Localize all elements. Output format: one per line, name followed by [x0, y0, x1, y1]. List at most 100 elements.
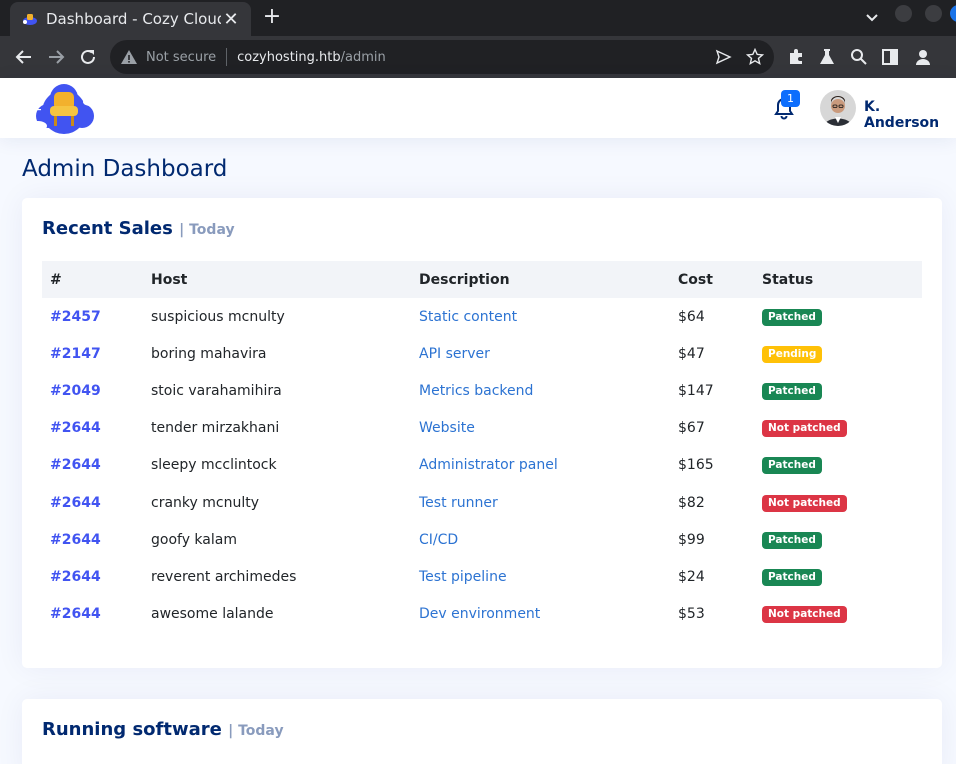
user-name[interactable]: K. Anderson — [864, 99, 956, 131]
cozy-cloud-logo[interactable] — [28, 80, 100, 136]
row-id-cell: #2049 — [42, 372, 143, 409]
recent-sales-title-text: Recent Sales — [42, 218, 173, 239]
profile-icon[interactable] — [913, 47, 933, 67]
send-icon[interactable] — [714, 48, 732, 66]
status-badge: Patched — [762, 457, 822, 475]
recent-sales-period: | Today — [179, 222, 235, 238]
url-path: /admin — [340, 49, 386, 65]
address-bar[interactable]: Not secure cozyhosting.htb/admin — [110, 40, 774, 74]
column-header-id: # — [50, 271, 62, 288]
row-host: awesome lalande — [151, 606, 274, 623]
row-description-link[interactable]: CI/CD — [419, 532, 458, 548]
status-badge: Patched — [762, 531, 822, 549]
row-id-link[interactable]: #2457 — [50, 309, 101, 325]
row-description-link[interactable]: Dev environment — [419, 606, 540, 622]
chevron-down-icon[interactable] — [862, 8, 882, 28]
forward-button[interactable] — [44, 45, 68, 69]
browser-tab-strip: Dashboard - Cozy Cloud ✕ + — [0, 0, 956, 36]
new-tab-button[interactable]: + — [260, 6, 284, 30]
table-row: #2644 goofy kalam CI/CD $99 Patched — [42, 521, 922, 558]
row-id-cell: #2644 — [42, 447, 143, 484]
row-description-link[interactable]: Test runner — [419, 495, 498, 511]
table-row: #2457 suspicious mcnulty Static content $64… — [42, 298, 922, 335]
url-host: cozyhosting.htb — [237, 49, 341, 65]
window-maximize-button[interactable] — [925, 5, 942, 22]
reload-button[interactable] — [76, 45, 100, 69]
row-id-cell: #2644 — [42, 558, 143, 595]
row-id-cell: #2147 — [42, 335, 143, 372]
status-badge: Patched — [762, 308, 822, 326]
row-host: tender mirzakhani — [151, 420, 280, 437]
tab-close-icon[interactable]: ✕ — [221, 9, 241, 30]
status-badge: Not patched — [762, 420, 847, 438]
row-id-cell: #2644 — [42, 596, 143, 633]
row-id-link[interactable]: #2644 — [50, 457, 101, 473]
row-status-cell: Patched — [754, 298, 922, 335]
row-description-link[interactable]: Website — [419, 420, 475, 436]
status-badge: Patched — [762, 382, 822, 400]
avatar[interactable] — [820, 90, 856, 126]
row-description-cell: Website — [411, 410, 670, 447]
window-close-button[interactable] — [950, 5, 956, 22]
recent-sales-card: Recent Sales | Today # Host Description … — [22, 198, 942, 668]
search-icon[interactable] — [849, 47, 869, 67]
row-id-link[interactable]: #2644 — [50, 606, 101, 622]
table-row: #2644 cranky mcnulty Test runner $82 Not pat… — [42, 484, 922, 521]
column-header-status: Status — [762, 271, 814, 288]
status-badge: Patched — [762, 568, 822, 586]
site-header: K. Anderson — [0, 78, 956, 138]
arrow-left-icon — [15, 50, 31, 64]
row-description-link[interactable]: Static content — [419, 309, 517, 325]
warning-triangle-icon[interactable] — [120, 48, 138, 66]
row-id-link[interactable]: #2644 — [50, 532, 101, 548]
row-host: sleepy mcclintock — [151, 457, 277, 474]
user-avatar-image — [820, 90, 856, 126]
row-cost: $82 — [678, 494, 705, 511]
row-description-cell: Test pipeline — [411, 558, 670, 595]
back-button[interactable] — [12, 45, 36, 69]
row-host: reverent archimedes — [151, 568, 297, 585]
not-secure-label[interactable]: Not secure — [146, 50, 216, 65]
browser-tab-active[interactable]: Dashboard - Cozy Cloud ✕ — [10, 2, 251, 36]
row-cost: $67 — [678, 420, 705, 437]
row-id-link[interactable]: #2644 — [50, 569, 101, 585]
row-description-cell: Administrator panel — [411, 447, 670, 484]
row-description-cell: Static content — [411, 298, 670, 335]
window-minimize-button[interactable] — [895, 5, 912, 22]
row-status-cell: Pending — [754, 335, 922, 372]
row-description-link[interactable]: API server — [419, 346, 490, 362]
row-description-link[interactable]: Test pipeline — [419, 569, 507, 585]
table-header-row: # Host Description Cost Status — [42, 261, 922, 298]
address-separator — [226, 48, 228, 66]
cozy-cloud-favicon-icon — [23, 14, 37, 25]
table-row: #2644 sleepy mcclintock Administrator pane… — [42, 447, 922, 484]
running-software-period: | Today — [228, 723, 284, 739]
table-row: #2049 stoic varahamihira Metrics backend $1… — [42, 372, 922, 409]
puzzle-icon[interactable] — [786, 47, 806, 67]
row-id-cell: #2457 — [42, 298, 143, 335]
row-id-link[interactable]: #2644 — [50, 420, 101, 436]
flask-icon[interactable] — [817, 47, 837, 67]
row-host: suspicious mcnulty — [151, 308, 285, 325]
row-description-cell: CI/CD — [411, 521, 670, 558]
recent-sales-table: # Host Description Cost Status #2457 susp… — [42, 261, 922, 633]
browser-toolbar: Not secure cozyhosting.htb/admin — [0, 36, 956, 78]
row-status-cell: Patched — [754, 521, 922, 558]
row-cost: $147 — [678, 382, 714, 399]
row-id-link[interactable]: #2644 — [50, 495, 101, 511]
row-description-link[interactable]: Metrics backend — [419, 383, 533, 399]
recent-sales-title: Recent Sales | Today — [42, 218, 235, 239]
row-description-cell: API server — [411, 335, 670, 372]
row-id-cell: #2644 — [42, 521, 143, 558]
row-cost: $165 — [678, 457, 714, 474]
row-cost: $53 — [678, 606, 705, 623]
row-host: goofy kalam — [151, 531, 237, 548]
row-id-link[interactable]: #2147 — [50, 346, 101, 362]
row-description-cell: Test runner — [411, 484, 670, 521]
running-software-title: Running software | Today — [42, 719, 284, 740]
side-panel-icon[interactable] — [880, 47, 900, 67]
row-id-link[interactable]: #2049 — [50, 383, 101, 399]
star-icon[interactable] — [746, 48, 764, 66]
recent-sales-table-body: #2457 suspicious mcnulty Static content $64… — [42, 298, 922, 633]
row-description-link[interactable]: Administrator panel — [419, 457, 558, 473]
